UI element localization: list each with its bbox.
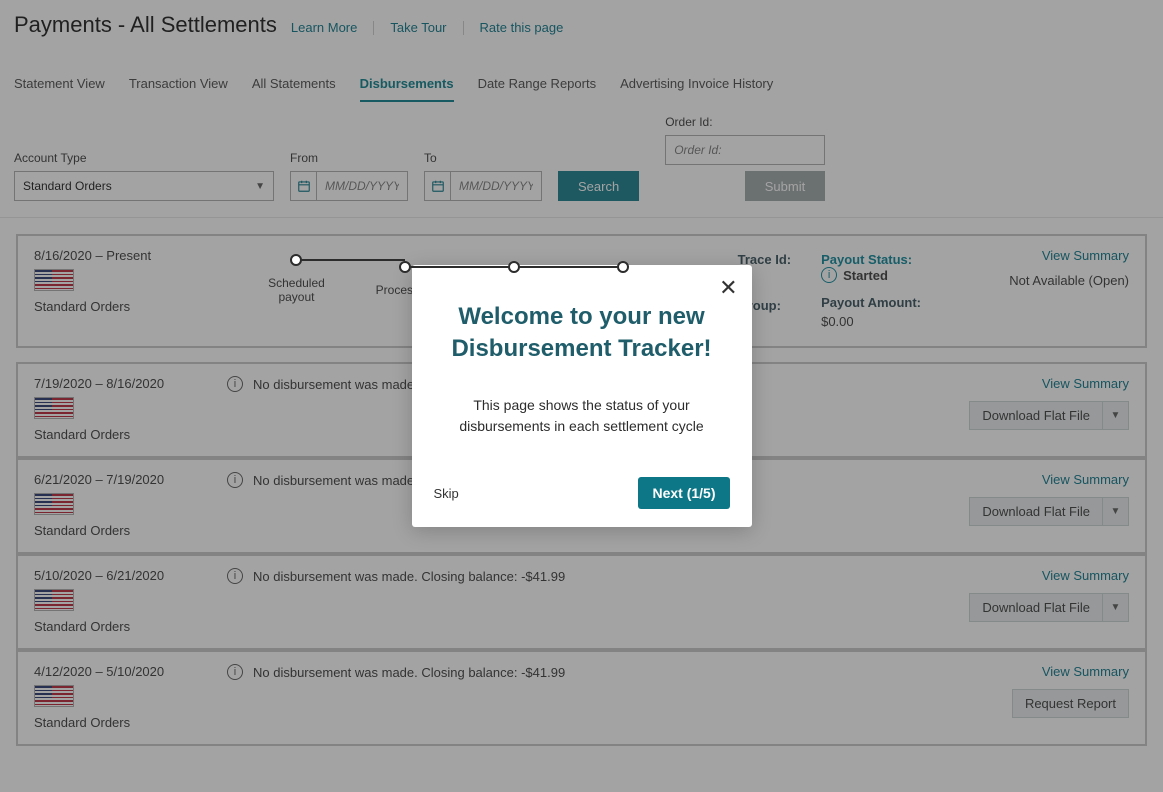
modal-body: This page shows the status of your disbu… [440, 395, 724, 437]
modal-title: Welcome to your new Disbursement Tracker… [434, 301, 730, 366]
close-icon[interactable]: ✕ [719, 277, 737, 299]
tour-overlay: ✕ Welcome to your new Disbursement Track… [0, 0, 1163, 792]
tour-modal: ✕ Welcome to your new Disbursement Track… [412, 265, 752, 528]
next-button[interactable]: Next (1/5) [638, 477, 729, 509]
skip-button[interactable]: Skip [434, 486, 459, 501]
